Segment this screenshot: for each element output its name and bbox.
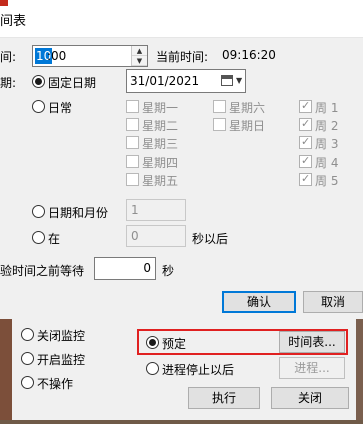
- label-week-3: 周 3: [315, 137, 339, 151]
- background-window-edge: [0, 319, 12, 424]
- checkbox-sunday[interactable]: [213, 118, 226, 131]
- date-picker[interactable]: 31/01/2021 ▼: [126, 69, 246, 93]
- label-friday: 星期五: [142, 174, 179, 188]
- app-icon: [0, 0, 8, 6]
- calendar-dropdown-button[interactable]: ▼: [219, 73, 243, 89]
- date-month-radio[interactable]: [32, 205, 45, 218]
- close-monitor-label: 关闭监控: [37, 329, 86, 343]
- checkbox-monday[interactable]: [126, 100, 139, 113]
- wait-label: 验时间之前等待: [0, 264, 85, 278]
- spin-down-icon[interactable]: ▼: [132, 56, 147, 66]
- open-monitor-radio[interactable]: [21, 352, 34, 365]
- ok-button[interactable]: 确认: [222, 291, 296, 313]
- no-action-radio[interactable]: [21, 376, 34, 389]
- execute-button[interactable]: 执行: [188, 387, 260, 409]
- label-thursday: 星期四: [142, 156, 179, 170]
- date-label: 期:: [0, 76, 17, 90]
- label-monday: 星期一: [142, 101, 179, 115]
- scheduled-label: 预定: [162, 337, 187, 351]
- checkbox-wednesday[interactable]: [126, 136, 139, 149]
- spin-up-icon[interactable]: ▲: [132, 46, 147, 56]
- label-tuesday: 星期二: [142, 119, 179, 133]
- fixed-date-label: 固定日期: [48, 76, 97, 90]
- daily-radio[interactable]: [32, 100, 45, 113]
- dialog-titlebar[interactable]: 间表: [0, 0, 363, 38]
- time-spinner-input[interactable]: 10 :00 ▲ ▼: [32, 45, 148, 67]
- current-time-value: 09:16:20: [222, 48, 276, 62]
- scheduled-radio[interactable]: [146, 336, 159, 349]
- date-value: 31/01/2021: [130, 74, 200, 88]
- label-week-2: 周 2: [315, 119, 339, 133]
- checkbox-week-5[interactable]: [299, 172, 312, 186]
- background-window-bottom: [0, 420, 363, 424]
- at-seconds-input[interactable]: 0: [126, 225, 186, 247]
- daily-label: 日常: [48, 101, 73, 115]
- label-week-5: 周 5: [315, 174, 339, 188]
- wait-unit-label: 秒: [162, 264, 175, 278]
- wait-seconds-input[interactable]: 0: [94, 257, 156, 280]
- checkbox-week-2[interactable]: [299, 117, 312, 131]
- label-week-4: 周 4: [315, 156, 339, 170]
- checkbox-week-3[interactable]: [299, 135, 312, 149]
- checkbox-tuesday[interactable]: [126, 118, 139, 131]
- at-label: 在: [48, 232, 61, 246]
- parent-window: 关闭监控 开启监控 不操作 预定 时间表... 进程停止以后 进程... 执行 …: [0, 319, 363, 424]
- time-label: 间:: [0, 50, 17, 64]
- fixed-date-radio[interactable]: [32, 75, 45, 88]
- date-month-label: 日期和月份: [48, 206, 109, 220]
- checkbox-thursday[interactable]: [126, 155, 139, 168]
- checkbox-week-1[interactable]: [299, 99, 312, 113]
- after-stop-radio[interactable]: [146, 362, 159, 375]
- chevron-down-icon: ▼: [236, 76, 243, 85]
- process-button[interactable]: 进程...: [279, 357, 345, 379]
- label-wednesday: 星期三: [142, 137, 179, 151]
- background-window-edge-right: [356, 319, 363, 424]
- checkbox-saturday[interactable]: [213, 100, 226, 113]
- current-time-label: 当前时间:: [156, 50, 209, 64]
- date-month-input[interactable]: 1: [126, 199, 186, 221]
- time-spin-buttons: ▲ ▼: [131, 46, 147, 66]
- time-rest: :00: [47, 49, 67, 63]
- cancel-button[interactable]: 取消: [303, 291, 363, 313]
- label-week-1: 周 1: [315, 101, 339, 115]
- no-action-label: 不操作: [37, 377, 74, 391]
- checkbox-friday[interactable]: [126, 173, 139, 186]
- schedule-button[interactable]: 时间表...: [279, 331, 345, 353]
- close-button[interactable]: 关闭: [271, 387, 349, 409]
- open-monitor-label: 开启监控: [37, 353, 86, 367]
- after-stop-label: 进程停止以后: [162, 363, 235, 377]
- dialog-title: 间表: [0, 14, 27, 29]
- at-suffix-label: 秒以后: [192, 232, 229, 246]
- close-monitor-radio[interactable]: [21, 328, 34, 341]
- label-saturday: 星期六: [229, 101, 266, 115]
- checkbox-week-4[interactable]: [299, 154, 312, 168]
- label-sunday: 星期日: [229, 119, 266, 133]
- calendar-icon: [221, 75, 233, 86]
- at-radio[interactable]: [32, 231, 45, 244]
